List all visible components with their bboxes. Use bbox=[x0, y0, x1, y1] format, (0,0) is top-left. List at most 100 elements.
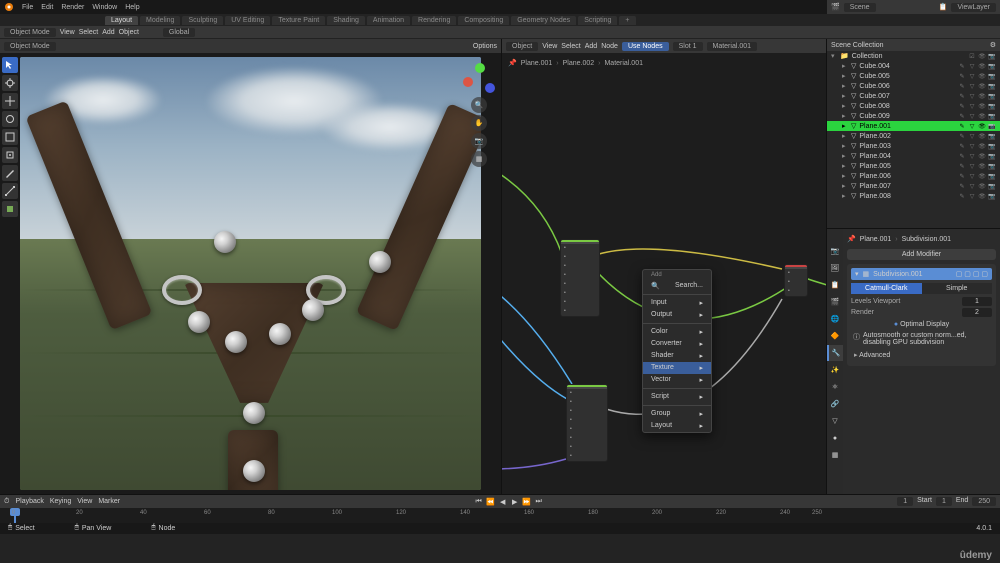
outliner-row[interactable]: ▸▽Plane.006✎▽👁📷 bbox=[827, 171, 1000, 181]
advanced-toggle[interactable]: ▸ Advanced bbox=[851, 348, 992, 362]
scene-name[interactable]: Scene bbox=[844, 3, 876, 12]
add-group[interactable]: Group▸ bbox=[643, 408, 711, 420]
menu-window[interactable]: Window bbox=[92, 4, 117, 11]
add-layout[interactable]: Layout▸ bbox=[643, 420, 711, 432]
filter-icon[interactable]: ⚙ bbox=[990, 41, 996, 49]
timeline-ruler[interactable]: 020406080100120140160180200220240250 bbox=[0, 508, 1000, 523]
outliner-row[interactable]: ▸▽Cube.004✎▽👁📷 bbox=[827, 61, 1000, 71]
ne-type[interactable]: Object bbox=[506, 42, 538, 51]
add-texture[interactable]: Texture▸ bbox=[643, 362, 711, 374]
cursor-tool[interactable] bbox=[2, 75, 18, 91]
node-output[interactable]: ••• bbox=[784, 264, 808, 297]
add-color[interactable]: Color▸ bbox=[643, 326, 711, 338]
ws-tab-scripting[interactable]: Scripting bbox=[578, 16, 617, 25]
pan-icon[interactable]: ✋ bbox=[471, 115, 487, 131]
outliner-row[interactable]: ▸▽Plane.002✎▽👁📷 bbox=[827, 131, 1000, 141]
rotate-tool[interactable] bbox=[2, 111, 18, 127]
add-search[interactable]: 🔍Search... bbox=[643, 280, 711, 292]
move-tool[interactable] bbox=[2, 93, 18, 109]
select-tool[interactable] bbox=[2, 57, 18, 73]
outliner-row[interactable]: ▸▽Cube.008✎▽👁📷 bbox=[827, 101, 1000, 111]
add-input[interactable]: Input▸ bbox=[643, 297, 711, 309]
outliner-row[interactable]: ▸▽Plane.001✎▽👁📷 bbox=[827, 121, 1000, 131]
add-converter[interactable]: Converter▸ bbox=[643, 338, 711, 350]
physics-tab[interactable]: ⚛ bbox=[827, 379, 843, 395]
perspective-icon[interactable]: ▦ bbox=[471, 151, 487, 167]
menu-render[interactable]: Render bbox=[61, 4, 84, 11]
ws-tab-modeling[interactable]: Modeling bbox=[140, 16, 180, 25]
add-modifier-button[interactable]: Add Modifier bbox=[847, 249, 996, 260]
outliner[interactable]: Scene Collection ⚙ ▾📁Collection ☑👁📷 ▸▽Cu… bbox=[827, 39, 1000, 229]
viewlayer-tab[interactable]: 📋 bbox=[827, 277, 843, 293]
outliner-row[interactable]: ▸▽Plane.007✎▽👁📷 bbox=[827, 181, 1000, 191]
outliner-row[interactable]: ▸▽Cube.006✎▽👁📷 bbox=[827, 81, 1000, 91]
ws-tab-sculpting[interactable]: Sculpting bbox=[182, 16, 223, 25]
ws-tab-rendering[interactable]: Rendering bbox=[412, 16, 456, 25]
menu-file[interactable]: File bbox=[22, 4, 33, 11]
slot-dropdown[interactable]: Slot 1 bbox=[673, 42, 703, 51]
node-2[interactable]: ••• ••• •• bbox=[566, 384, 608, 462]
catmull-tab[interactable]: Catmull-Clark bbox=[851, 283, 922, 294]
ws-tab-uv[interactable]: UV Editing bbox=[225, 16, 270, 25]
annotate-tool[interactable] bbox=[2, 165, 18, 181]
zoom-icon[interactable]: 🔍 bbox=[471, 97, 487, 113]
play-icon[interactable]: ▶ bbox=[510, 497, 520, 507]
data-tab[interactable]: ▽ bbox=[827, 413, 843, 429]
material-tab[interactable]: ● bbox=[827, 430, 843, 446]
render-tab[interactable]: 📷 bbox=[827, 243, 843, 259]
ws-tab-layout[interactable]: Layout bbox=[105, 16, 138, 25]
3d-viewport[interactable]: Object Mode Options bbox=[0, 39, 502, 494]
prev-key-icon[interactable]: ⏪ bbox=[486, 497, 496, 507]
ne-add[interactable]: Add bbox=[585, 43, 597, 50]
particles-tab[interactable]: ✨ bbox=[827, 362, 843, 378]
vp-mode[interactable]: Object Mode bbox=[4, 42, 56, 51]
nav-gizmo[interactable] bbox=[461, 59, 497, 95]
ne-view[interactable]: View bbox=[542, 43, 557, 50]
tl-marker[interactable]: Marker bbox=[98, 498, 120, 505]
render-levels[interactable]: 2 bbox=[962, 308, 992, 317]
ws-tab-shading[interactable]: Shading bbox=[327, 16, 365, 25]
ws-tab-geonodes[interactable]: Geometry Nodes bbox=[511, 16, 576, 25]
add-tool[interactable] bbox=[2, 201, 18, 217]
viewport-levels[interactable]: 1 bbox=[962, 297, 992, 306]
hdr-add[interactable]: Add bbox=[102, 29, 114, 36]
output-tab[interactable]: 🖼 bbox=[827, 260, 843, 276]
add-vector[interactable]: Vector▸ bbox=[643, 374, 711, 386]
tl-keying[interactable]: Keying bbox=[50, 498, 71, 505]
ne-select[interactable]: Select bbox=[561, 43, 580, 50]
hdr-view[interactable]: View bbox=[60, 29, 75, 36]
simple-tab[interactable]: Simple bbox=[922, 283, 993, 294]
pin-icon[interactable]: 📌 bbox=[508, 59, 517, 67]
transform-orientation[interactable]: Global bbox=[163, 28, 195, 37]
modifier-header[interactable]: ▾▦ Subdivision.001 ▢ ▢ ▢ ▢ bbox=[851, 268, 992, 280]
ws-tab-texpaint[interactable]: Texture Paint bbox=[272, 16, 325, 25]
ws-tab-animation[interactable]: Animation bbox=[367, 16, 410, 25]
hdr-object[interactable]: Object bbox=[119, 29, 139, 36]
jump-end-icon[interactable]: ⏭ bbox=[534, 497, 544, 507]
current-frame[interactable]: 1 bbox=[897, 497, 913, 506]
tl-playback[interactable]: Playback bbox=[15, 498, 43, 505]
ws-tab-compositing[interactable]: Compositing bbox=[458, 16, 509, 25]
outliner-row[interactable]: ▸▽Plane.003✎▽👁📷 bbox=[827, 141, 1000, 151]
ne-node[interactable]: Node bbox=[601, 43, 618, 50]
timeline[interactable]: ⏱ Playback Keying View Marker ⏮ ⏪ ◀ ▶ ⏩ … bbox=[0, 494, 1000, 522]
jump-start-icon[interactable]: ⏮ bbox=[474, 497, 484, 507]
viewlayer-name[interactable]: ViewLayer bbox=[951, 3, 996, 12]
start-frame[interactable]: 1 bbox=[936, 497, 952, 506]
outliner-row[interactable]: ▸▽Cube.007✎▽👁📷 bbox=[827, 91, 1000, 101]
transform-tool[interactable] bbox=[2, 147, 18, 163]
next-key-icon[interactable]: ⏩ bbox=[522, 497, 532, 507]
shader-node-editor[interactable]: Object View Select Add Node Use Nodes Sl… bbox=[502, 39, 827, 494]
menu-help[interactable]: Help bbox=[125, 4, 139, 11]
end-frame[interactable]: 250 bbox=[972, 497, 996, 506]
collection-row[interactable]: ▾📁Collection ☑👁📷 bbox=[827, 51, 1000, 61]
material-dropdown[interactable]: Material.001 bbox=[707, 42, 758, 51]
modifier-tab[interactable]: 🔧 bbox=[827, 345, 843, 361]
scale-tool[interactable] bbox=[2, 129, 18, 145]
hdr-select[interactable]: Select bbox=[79, 29, 98, 36]
optimal-display[interactable]: ● Optimal Display bbox=[851, 319, 992, 330]
add-script[interactable]: Script▸ bbox=[643, 391, 711, 403]
object-tab[interactable]: 🔶 bbox=[827, 328, 843, 344]
add-output[interactable]: Output▸ bbox=[643, 309, 711, 321]
vp-options[interactable]: Options bbox=[473, 43, 497, 50]
